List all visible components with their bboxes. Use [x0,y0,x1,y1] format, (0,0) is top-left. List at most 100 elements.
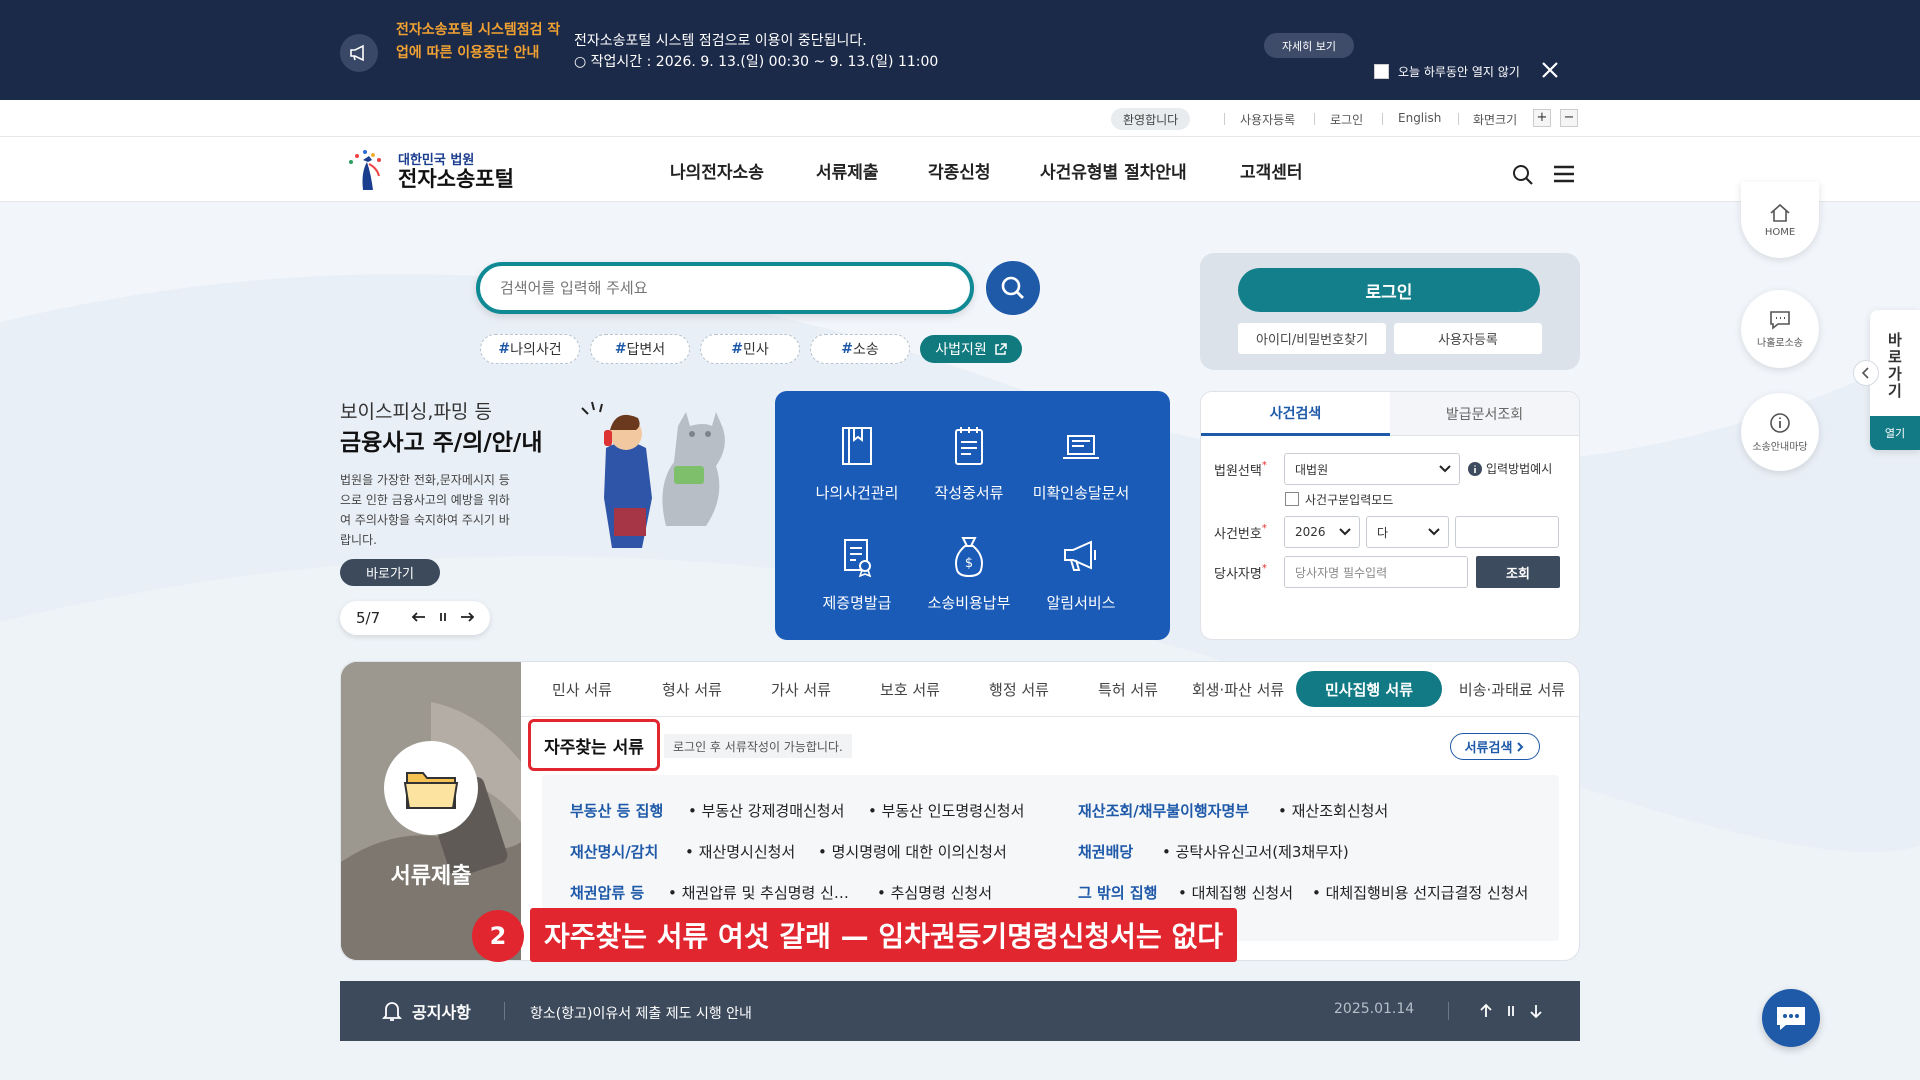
document-link[interactable]: 공탁사유신고서(제3채무자) [1162,841,1349,862]
notice-strip-title[interactable]: 공지사항 [412,999,471,1023]
quick-litigation-fee[interactable]: $ 소송비용납부 [909,528,1029,628]
case-year-select[interactable]: 2026 [1284,516,1360,548]
tab-case-search[interactable]: 사건검색 [1201,392,1390,436]
banner-description: 법원을 가장한 전화,문자메시지 등으로 인한 금융사고의 예방을 위하여 주의… [340,473,510,547]
chat-icon [1777,1007,1805,1030]
tab-civil-execution-docs[interactable]: 민사집행 서류 [1296,671,1442,707]
hide-today-checkbox[interactable] [1374,64,1389,79]
quick-litigation-guide-button[interactable]: 소송안내마당 [1741,393,1819,471]
arrow-down-icon[interactable] [1528,1003,1544,1019]
close-icon[interactable] [1540,60,1560,80]
divider [1458,113,1459,125]
tab-family-docs[interactable]: 가사 서류 [751,666,851,712]
register-link[interactable]: 사용자등록 [1240,111,1295,128]
nav-my-litigation[interactable]: 나의전자소송 [670,158,764,183]
tag-my-case[interactable]: # 나의사건 [480,334,580,364]
pause-icon[interactable] [434,608,452,626]
user-register-button[interactable]: 사용자등록 [1394,323,1542,354]
tab-rehabilitation-docs[interactable]: 회생·파산 서류 [1182,666,1294,712]
divider [504,1002,505,1020]
tag-lawsuit[interactable]: # 소송 [810,334,910,364]
quick-certificate[interactable]: 제증명발급 [797,528,917,628]
party-name-input[interactable]: 당사자명 필수입력 [1284,556,1468,588]
notice-message: 전자소송포털 시스템 점검으로 이용이 중단됩니다. ○ 작업시간 : 2026… [574,31,938,73]
quick-drafts[interactable]: 작성중서류 [909,418,1029,518]
tab-administrative-docs[interactable]: 행정 서류 [969,666,1069,712]
document-search-button[interactable]: 서류검색 [1450,733,1540,760]
login-button[interactable]: 로그인 [1238,268,1540,312]
category-property-disclosure[interactable]: 재산명시/감치 [570,841,658,862]
english-link[interactable]: English [1398,111,1441,125]
zoom-in-button[interactable]: + [1533,109,1551,127]
quick-self-litigation-button[interactable]: 나홀로소송 [1741,290,1819,368]
home-icon [1770,203,1790,222]
login-link[interactable]: 로그인 [1330,111,1363,128]
case-type-mode-label[interactable]: 사건구분입력모드 [1305,491,1393,508]
nav-procedure-guide[interactable]: 사건유형별 절차안내 [1040,158,1187,183]
document-link[interactable]: 대체집행비용 선지급결정 신청서 [1312,882,1529,903]
tab-issued-document[interactable]: 발급문서조회 [1390,392,1579,436]
category-claim-distribution[interactable]: 채권배당 [1078,841,1133,862]
case-serial-input[interactable] [1455,516,1559,548]
main-search-input[interactable] [476,262,974,314]
quick-label: 소송비용납부 [927,594,1011,612]
pause-icon[interactable] [1503,1003,1519,1019]
document-link[interactable]: 재산조회신청서 [1278,800,1389,821]
tab-noncontentious-docs[interactable]: 비송·과태료 서류 [1446,666,1578,712]
category-claim-seizure[interactable]: 채권압류 등 [570,882,644,903]
document-link[interactable]: 추심명령 신청서 [877,882,992,903]
document-link[interactable]: 채권압류 및 추심명령 신… [668,882,849,903]
banner-title: 금융사고 주/의/안/내 [340,430,543,456]
court-select[interactable]: 대법원 [1284,453,1460,485]
search-icon[interactable] [1512,164,1534,186]
banner-go-button[interactable]: 바로가기 [340,559,440,586]
arrow-right-icon[interactable] [458,608,476,626]
tab-patent-docs[interactable]: 특허 서류 [1078,666,1178,712]
quick-notification[interactable]: 알림서비스 [1021,528,1141,628]
notice-detail-button[interactable]: 자세히 보기 [1264,33,1354,58]
tab-protection-docs[interactable]: 보호 서류 [860,666,960,712]
chevron-down-icon [1439,465,1451,473]
document-link[interactable]: 재산명시신청서 [685,841,796,862]
quick-self-litigation-label: 나홀로소송 [1757,337,1803,349]
input-method-example-link[interactable]: 입력방법예시 [1468,460,1552,477]
zoom-out-button[interactable]: − [1560,109,1578,127]
case-type-select[interactable]: 다 [1366,516,1449,548]
nav-applications[interactable]: 각종신청 [928,158,991,183]
quick-home-button[interactable]: HOME [1741,182,1819,258]
tab-criminal-docs[interactable]: 형사 서류 [642,666,742,712]
shortcut-open-button[interactable]: 열기 [1870,416,1920,450]
tag-answer[interactable]: # 답변서 [590,334,690,364]
notice-message-line1: 전자소송포털 시스템 점검으로 이용이 중단됩니다. [574,33,867,49]
tag-label: 나의사건 [510,342,562,358]
find-id-password-button[interactable]: 아이디/비밀번호찾기 [1238,323,1386,354]
court-logo-icon[interactable] [343,146,393,194]
case-search-submit-button[interactable]: 조회 [1476,556,1560,588]
hamburger-menu-icon[interactable] [1552,164,1576,184]
notice-item-link[interactable]: 항소(항고)이유서 제출 제도 시행 안내 [530,1003,752,1023]
nav-customer-center[interactable]: 고객센터 [1240,158,1303,183]
tab-civil-docs[interactable]: 민사 서류 [532,666,632,712]
chatbot-button[interactable] [1762,989,1820,1047]
category-property-inquiry[interactable]: 재산조회/채무불이행자명부 [1078,800,1249,821]
quick-my-case-management[interactable]: 나의사건관리 [797,418,917,518]
category-other-execution[interactable]: 그 밖의 집행 [1078,882,1157,903]
judicial-support-button[interactable]: 사법지원 [920,335,1022,363]
notepad-icon [955,427,983,465]
hide-today-label[interactable]: 오늘 하루동안 열지 않기 [1398,63,1520,80]
category-real-estate-execution[interactable]: 부동산 등 집행 [570,800,663,821]
nav-document-submit[interactable]: 서류제출 [816,158,879,183]
logo-title[interactable]: 전자소송포털 [398,163,514,193]
document-link[interactable]: 대체집행 신청서 [1178,882,1293,903]
document-link[interactable]: 명시명령에 대한 이의신청서 [818,841,1007,862]
chevron-left-icon[interactable] [1853,360,1879,386]
arrow-up-icon[interactable] [1478,1003,1494,1019]
case-type-mode-checkbox[interactable] [1285,492,1299,506]
document-link[interactable]: 부동산 인도명령신청서 [868,800,1025,821]
tag-civil[interactable]: # 민사 [700,334,800,364]
quick-unconfirmed-service[interactable]: 미확인송달문서 [1021,418,1141,518]
search-submit-button[interactable] [986,261,1040,315]
hash-mark: # [731,341,743,357]
document-link[interactable]: 부동산 강제경매신청서 [688,800,845,821]
arrow-left-icon[interactable] [410,608,428,626]
